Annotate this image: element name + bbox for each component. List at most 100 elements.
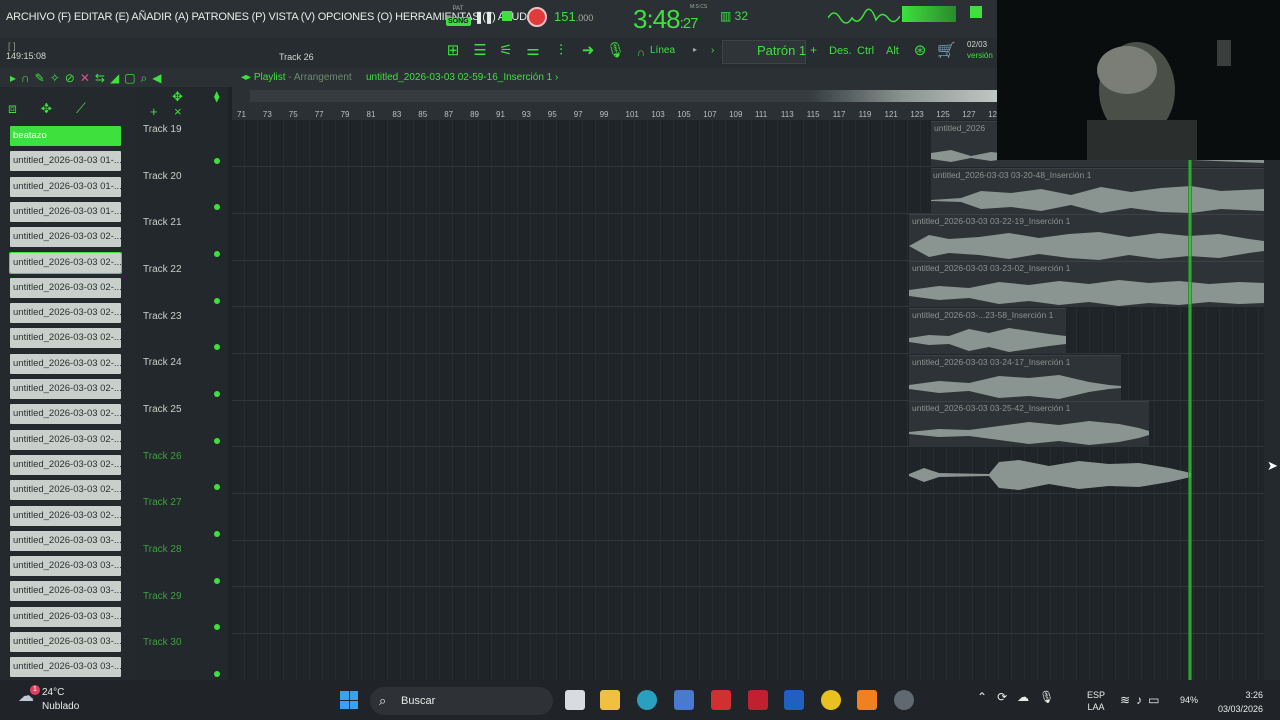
track-label-29[interactable]: Track 29 — [143, 591, 182, 602]
clip-list-item[interactable]: untitled_2026-03-03 02-... — [10, 328, 121, 349]
taskbar-search[interactable] — [370, 687, 553, 715]
clip-list-item[interactable]: untitled_2026-03-03 02-... — [10, 404, 121, 425]
clip-list-item[interactable]: untitled_2026-03-03 02-... — [10, 353, 121, 374]
brush-icon[interactable]: ⟋ — [76, 100, 110, 116]
zoom-icon[interactable]: ⌕ — [141, 71, 153, 85]
song-mode-toggle[interactable]: SONG — [446, 17, 471, 26]
track-label-26[interactable]: Track 26 — [143, 451, 182, 462]
app-red-icon[interactable] — [711, 690, 731, 710]
waveform-tool-icon[interactable]: ⧫ — [214, 90, 219, 103]
snap-select[interactable]: Línea — [650, 45, 675, 56]
alt-button[interactable]: Alt — [886, 45, 899, 57]
pencil-icon[interactable]: ✎ — [35, 71, 50, 85]
wifi-icon[interactable]: ≋ — [1120, 693, 1136, 707]
clip-list-item[interactable]: untitled_2026-03-03 03-... — [10, 556, 121, 577]
store-icon[interactable] — [674, 690, 694, 710]
file-explorer-icon[interactable] — [600, 690, 620, 710]
playlist-icon[interactable]: ⊞ — [444, 42, 462, 60]
track-mute-26[interactable] — [214, 484, 220, 490]
close-icon[interactable]: × — [174, 104, 182, 119]
edge-icon[interactable] — [637, 690, 657, 710]
select-icon[interactable]: ▢ — [124, 71, 140, 85]
clip-list-item[interactable]: untitled_2026-03-03 02-... — [10, 480, 121, 501]
volume-icon[interactable]: ♪ — [1136, 693, 1148, 707]
track-label-27[interactable]: Track 27 — [143, 497, 182, 508]
mute-icon[interactable]: ✕ — [80, 71, 95, 85]
track-label-28[interactable]: Track 28 — [143, 544, 182, 555]
slice-icon[interactable]: ◢ — [110, 71, 124, 85]
clip-list-item[interactable]: untitled_2026-03-03 02-... — [10, 429, 121, 450]
clip-list-item[interactable]: beatazo — [10, 126, 121, 146]
track-label-21[interactable]: Track 21 — [143, 217, 182, 228]
track-mute-30[interactable] — [214, 671, 220, 677]
slip-icon[interactable]: ⇆ — [95, 71, 110, 85]
track-label-24[interactable]: Track 24 — [143, 357, 182, 368]
clip-list-item[interactable]: untitled_2026-03-03 03-... — [10, 581, 121, 602]
track-label-19[interactable]: Track 19 — [143, 124, 182, 135]
fl-studio-icon[interactable] — [857, 690, 877, 710]
delete-icon[interactable]: ⊘ — [65, 71, 80, 85]
stop-button[interactable] — [502, 11, 512, 21]
paint-icon[interactable]: ✧ — [50, 71, 65, 85]
snap-arrow-icon[interactable]: ▸ — [693, 45, 697, 54]
add-track-icon[interactable]: + — [150, 104, 158, 119]
track-mute-20[interactable] — [214, 204, 220, 210]
picker-tools[interactable]: ⧈✥⟋ — [8, 100, 110, 117]
taskbar-clock[interactable]: 3:26 03/03/2026 — [1215, 688, 1263, 716]
clip-list-item[interactable]: untitled_2026-03-03 02-... — [10, 379, 121, 399]
mcafee-icon[interactable] — [748, 690, 768, 710]
microphone-icon[interactable]: 🎙 — [606, 42, 625, 60]
playlist-arrows-icon[interactable]: ◂▸ — [241, 72, 254, 83]
track-mute-27[interactable] — [214, 531, 220, 537]
track-mute-23[interactable] — [214, 344, 220, 350]
clip-list-item[interactable]: untitled_2026-03-03 01-... — [10, 201, 121, 222]
clip-list-item[interactable]: untitled_2026-03-03 02-... — [10, 227, 121, 248]
sync-icon[interactable]: ⟳ — [997, 690, 1017, 704]
clip-list-item[interactable]: untitled_2026-03-03 03-... — [10, 632, 121, 652]
track-label-25[interactable]: Track 25 — [143, 404, 182, 415]
clip-list-item[interactable]: untitled_2026-03-03 03-... — [10, 606, 121, 627]
settings-icon[interactable] — [894, 690, 914, 710]
mixer-icon[interactable]: ⚌ — [524, 42, 542, 60]
weather-temperature[interactable]: 24°C — [42, 687, 64, 698]
playhead[interactable] — [1188, 160, 1192, 680]
chevron-up-icon[interactable]: ⌃ — [977, 690, 997, 704]
plugin-icon[interactable]: ⫶ — [552, 42, 570, 60]
clip-list-item[interactable]: untitled_2026-03-03 01-... — [10, 176, 121, 197]
move-track-icon[interactable]: ✥ — [172, 89, 183, 105]
chrome-icon[interactable] — [821, 690, 841, 710]
clip-list-item[interactable]: untitled_2026-03-03 01-... — [10, 151, 121, 172]
clip-list-item[interactable]: untitled_2026-03-03 02-... — [10, 454, 121, 475]
track-mute-28[interactable] — [214, 578, 220, 584]
piano-roll-icon[interactable]: ⚟ — [497, 42, 515, 60]
pause-button[interactable]: ❚❚ — [474, 9, 494, 25]
vertical-scrollbar[interactable] — [1264, 160, 1280, 680]
magnet-icon[interactable]: ∩ — [632, 44, 650, 62]
channel-rack-icon[interactable]: ☰ — [471, 42, 489, 60]
clip-list-item[interactable]: untitled_2026-03-03 02-... — [10, 303, 121, 324]
track-mute-29[interactable] — [214, 624, 220, 630]
arrow-right-icon[interactable]: ➜ — [579, 42, 597, 60]
track-mute-22[interactable] — [214, 298, 220, 304]
speaker-icon[interactable]: ◀ — [152, 71, 166, 85]
playlist-tools[interactable]: ▸∩✎✧⊘✕⇆◢▢⌕◀ — [10, 71, 167, 86]
scrollbar-thumb[interactable] — [810, 90, 998, 102]
language-indicator[interactable]: ESP LAA — [1087, 689, 1105, 713]
move-icon[interactable]: ✥ — [41, 100, 76, 116]
network-volume-icons[interactable]: ≋♪▭ — [1120, 693, 1165, 707]
ctrl-button[interactable]: Ctrl — [857, 45, 874, 57]
track-label-30[interactable]: Track 30 — [143, 637, 182, 648]
start-button[interactable] — [340, 691, 358, 709]
cart-icon[interactable]: 🛒 — [937, 42, 956, 60]
tempo-display[interactable]: 151.000 — [554, 9, 593, 24]
clip-list-item[interactable]: untitled_2026-03-03 03-... — [10, 530, 121, 551]
undo-button[interactable]: Des. — [829, 45, 852, 57]
tempo-tapper-icon[interactable]: ⊛ — [911, 42, 929, 60]
version-label[interactable]: versión — [967, 51, 993, 60]
weather-description[interactable]: Nublado — [42, 701, 79, 712]
clip-list-item[interactable]: untitled_2026-03-03 02-... — [9, 251, 122, 274]
task-view-icon[interactable] — [565, 690, 585, 710]
status-indicator[interactable] — [970, 6, 982, 18]
track-mute-24[interactable] — [214, 391, 220, 397]
add-pattern-button[interactable]: + — [810, 43, 817, 57]
